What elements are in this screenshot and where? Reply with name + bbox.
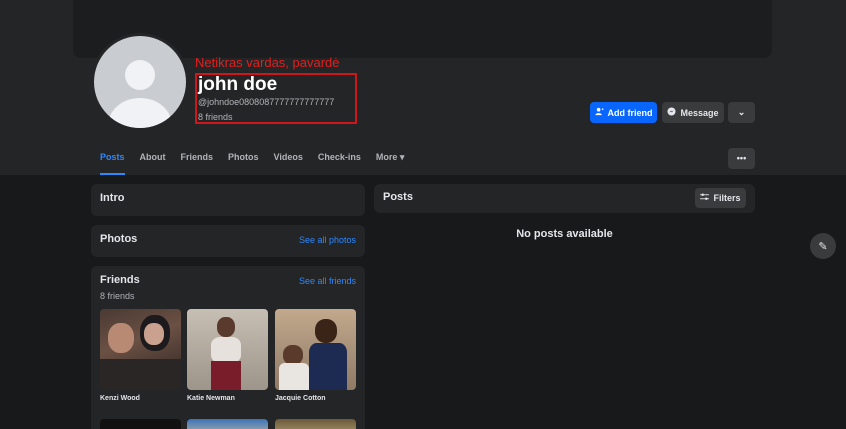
empty-posts-message: No posts available	[516, 228, 613, 240]
friend-photo[interactable]	[275, 309, 356, 390]
tab-photos[interactable]: Photos	[228, 152, 259, 175]
friend-photo[interactable]	[100, 309, 181, 390]
friend-tile[interactable]: Katie Newman	[187, 309, 268, 402]
default-avatar-icon	[94, 36, 186, 128]
friend-name[interactable]: Kenzi Wood	[100, 395, 181, 402]
friend-tile[interactable]: Jacquie Cotton	[275, 309, 356, 402]
profile-tabs: Posts About Friends Photos Videos Check-…	[100, 152, 419, 175]
friend-photo[interactable]	[187, 419, 268, 429]
photos-card: Photos See all photos	[91, 225, 365, 257]
annotation-text: Netikras vardas, pavardė	[195, 55, 340, 70]
photos-title: Photos	[100, 233, 138, 245]
see-all-photos-link[interactable]: See all photos	[299, 235, 356, 245]
friends-card: Friends See all friends 8 friends Kenzi …	[91, 266, 365, 429]
profile-handle: @johndoe0808087777777777777	[198, 97, 335, 107]
compose-button[interactable]: ✎	[810, 233, 836, 259]
intro-card: Intro	[91, 184, 365, 216]
tabs-options-button[interactable]: •••	[728, 148, 755, 169]
ellipsis-icon: •••	[736, 153, 747, 163]
intro-title: Intro	[100, 192, 125, 204]
chevron-down-icon: ⌄	[737, 107, 746, 117]
friend-name[interactable]: Katie Newman	[187, 395, 268, 402]
messenger-icon	[667, 107, 677, 118]
friend-tile[interactable]: Kenzi Wood	[100, 309, 181, 402]
tab-about[interactable]: About	[140, 152, 166, 175]
profile-friends-count[interactable]: 8 friends	[198, 112, 233, 122]
tab-friends[interactable]: Friends	[181, 152, 214, 175]
tab-posts[interactable]: Posts	[100, 152, 125, 175]
add-person-icon	[594, 107, 604, 118]
friend-name[interactable]: Jacquie Cotton	[275, 395, 356, 402]
profile-avatar[interactable]	[91, 33, 189, 131]
sliders-icon	[700, 193, 710, 203]
tab-check-ins[interactable]: Check-ins	[318, 152, 361, 175]
message-button[interactable]: Message	[662, 102, 724, 123]
friend-photo[interactable]	[187, 309, 268, 390]
edit-icon: ✎	[818, 240, 828, 253]
friends-subtitle: 8 friends	[100, 291, 135, 301]
tab-videos[interactable]: Videos	[274, 152, 303, 175]
profile-name: john doe	[198, 74, 278, 95]
posts-title: Posts	[383, 191, 413, 203]
cover-photo[interactable]	[73, 0, 772, 58]
filters-button[interactable]: Filters	[695, 188, 746, 208]
more-actions-button[interactable]: ⌄	[728, 102, 755, 123]
tab-more[interactable]: More ▾	[376, 152, 405, 175]
friend-photo[interactable]	[100, 419, 181, 429]
friend-photo[interactable]	[275, 419, 356, 429]
add-friend-button[interactable]: Add friend	[590, 102, 657, 123]
see-all-friends-link[interactable]: See all friends	[299, 276, 356, 286]
friends-title: Friends	[100, 274, 140, 286]
